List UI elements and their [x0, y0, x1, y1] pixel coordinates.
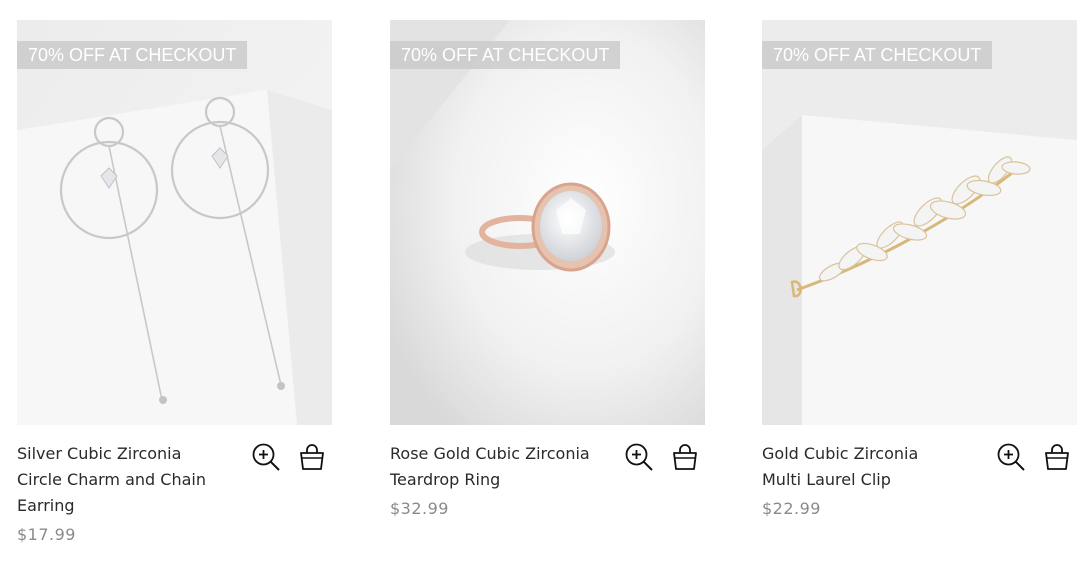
zoom-in-icon — [625, 443, 653, 471]
add-to-bag-button[interactable] — [669, 441, 701, 473]
product-name[interactable]: Silver Cubic Zirconia Circle Charm and C… — [17, 441, 217, 519]
earring-photo — [17, 20, 332, 425]
product-card: 70% OFF AT CHECKOUT Gold Cubic Zirconia … — [762, 20, 1077, 519]
zoom-in-icon — [252, 443, 280, 471]
discount-badge: 70% OFF AT CHECKOUT — [390, 41, 621, 69]
ring-photo — [390, 20, 705, 425]
shopping-bag-icon — [673, 444, 697, 470]
product-price: $32.99 — [390, 499, 449, 518]
product-actions — [995, 441, 1073, 473]
product-actions — [250, 441, 328, 473]
zoom-in-icon — [997, 443, 1025, 471]
product-price: $22.99 — [762, 499, 821, 518]
discount-badge: 70% OFF AT CHECKOUT — [762, 41, 993, 69]
product-actions — [623, 441, 701, 473]
add-to-bag-button[interactable] — [1041, 441, 1073, 473]
hair-clip-photo — [762, 20, 1077, 425]
product-card: 70% OFF AT CHECKOUT Rose Gold Cubic Zirc… — [390, 20, 705, 519]
product-image-earring[interactable]: 70% OFF AT CHECKOUT — [17, 20, 332, 425]
product-name[interactable]: Gold Cubic Zirconia Multi Laurel Clip — [762, 441, 962, 493]
product-info: Silver Cubic Zirconia Circle Charm and C… — [17, 441, 332, 545]
shopping-bag-icon — [300, 444, 324, 470]
product-grid: 70% OFF AT CHECKOUT Silver Cubic Zirconi… — [0, 0, 1080, 568]
discount-badge: 70% OFF AT CHECKOUT — [17, 41, 248, 69]
product-card: 70% OFF AT CHECKOUT Silver Cubic Zirconi… — [17, 20, 332, 545]
quick-view-button[interactable] — [250, 441, 282, 473]
add-to-bag-button[interactable] — [296, 441, 328, 473]
product-info: Gold Cubic Zirconia Multi Laurel Clip $2… — [762, 441, 1077, 519]
product-info: Rose Gold Cubic Zirconia Teardrop Ring $… — [390, 441, 705, 519]
product-image-ring[interactable]: 70% OFF AT CHECKOUT — [390, 20, 705, 425]
shopping-bag-icon — [1045, 444, 1069, 470]
quick-view-button[interactable] — [995, 441, 1027, 473]
quick-view-button[interactable] — [623, 441, 655, 473]
product-price: $17.99 — [17, 525, 76, 544]
product-image-hair-clip[interactable]: 70% OFF AT CHECKOUT — [762, 20, 1077, 425]
product-name[interactable]: Rose Gold Cubic Zirconia Teardrop Ring — [390, 441, 590, 493]
